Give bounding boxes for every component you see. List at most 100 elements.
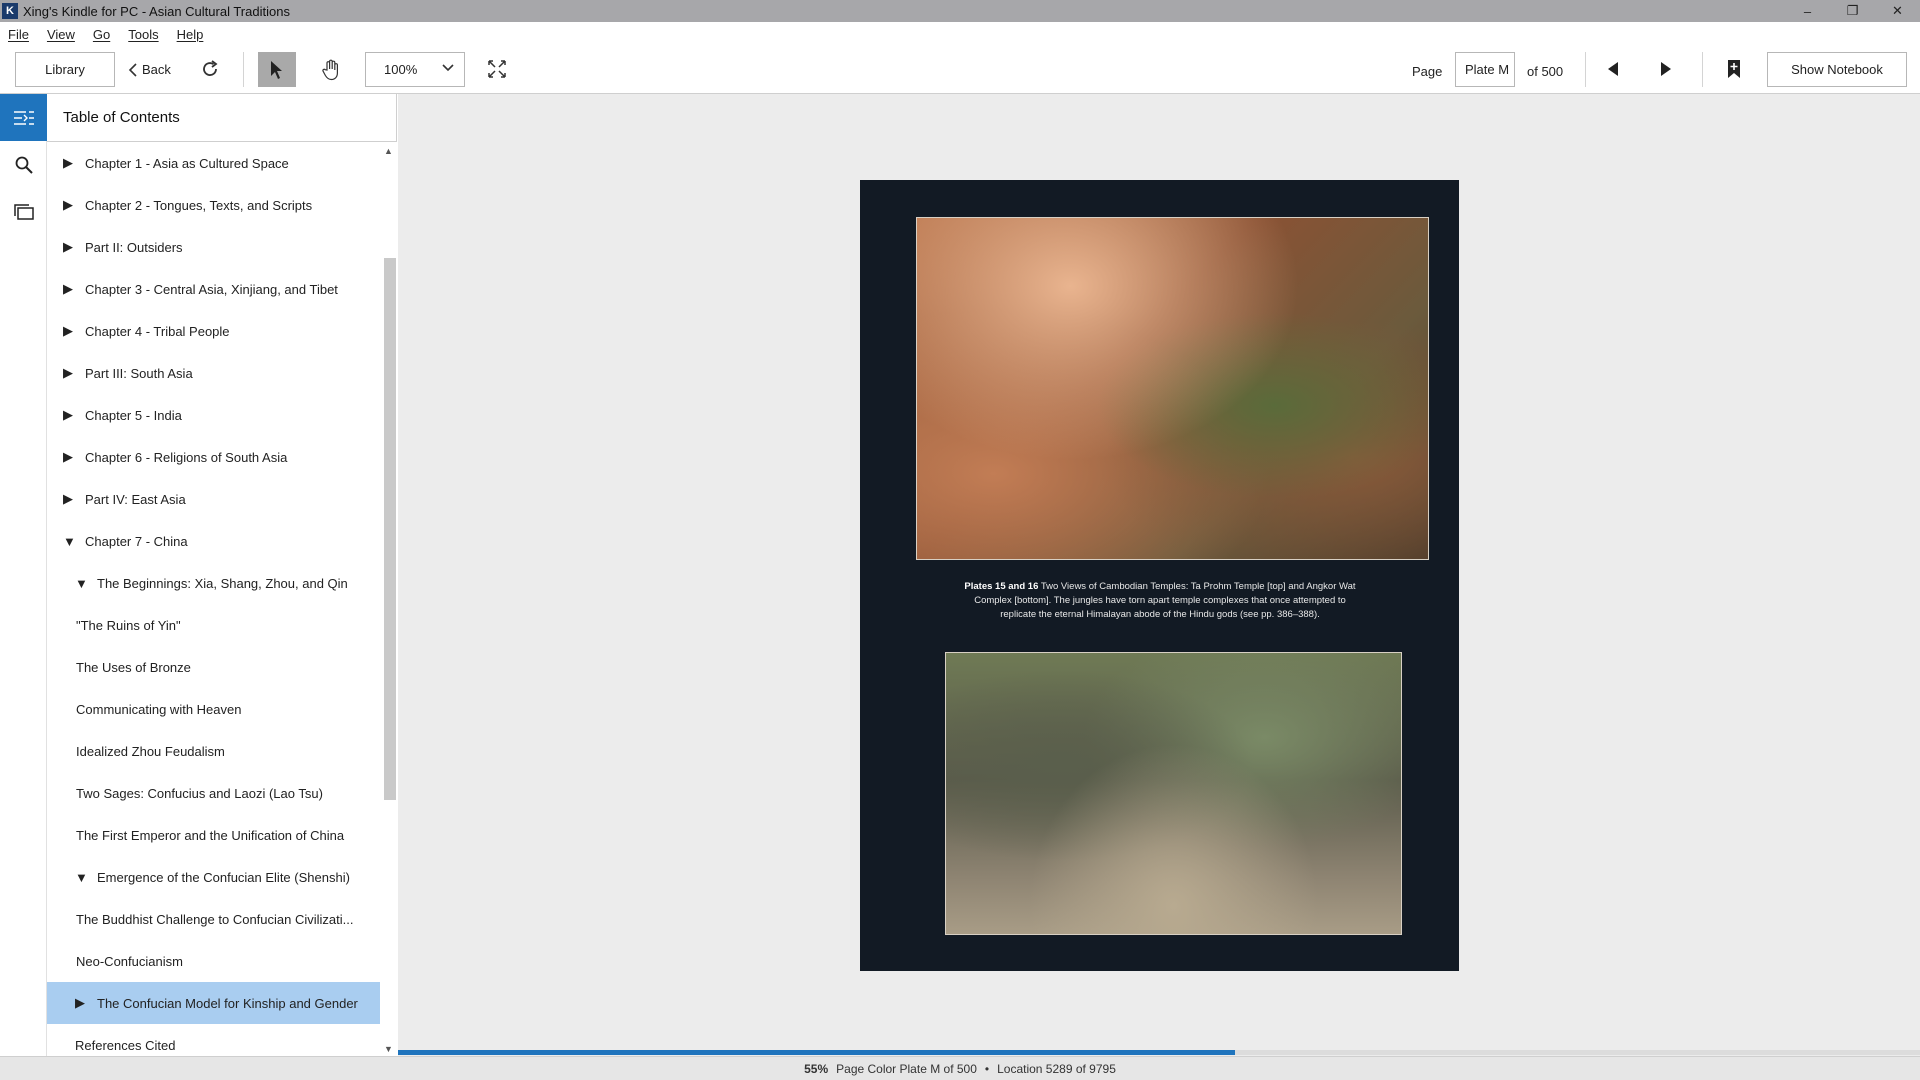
toc-tab[interactable] <box>0 94 47 141</box>
collapse-triangle-icon[interactable]: ▼ <box>75 870 88 885</box>
menu-tools[interactable]: Tools <box>128 27 158 42</box>
progress-percent: 55% <box>804 1061 829 1076</box>
menu-help[interactable]: Help <box>177 27 204 42</box>
close-button[interactable]: ✕ <box>1875 0 1920 22</box>
back-button[interactable]: Back <box>128 52 171 87</box>
scroll-down-icon[interactable]: ▼ <box>384 1044 393 1054</box>
expand-triangle-icon[interactable]: ▶ <box>63 365 75 381</box>
toolbar-divider <box>243 52 244 87</box>
temple-photo-top <box>916 217 1429 560</box>
previous-page-button[interactable] <box>1600 56 1626 82</box>
page-total: of 500 <box>1527 64 1564 79</box>
page-input[interactable]: Plate M <box>1455 52 1515 87</box>
bookmark-button[interactable] <box>1721 56 1747 82</box>
toc-item[interactable]: Two Sages: Confucius and Laozi (Lao Tsu) <box>47 772 380 814</box>
toc-item[interactable]: "The Ruins of Yin" <box>47 604 380 646</box>
toc-icon <box>13 110 34 125</box>
expand-triangle-icon[interactable]: ▶ <box>63 155 75 171</box>
caption-heading: Plates 15 and 16 <box>964 581 1039 592</box>
status-separator: • <box>984 1061 990 1076</box>
triangle-left-icon <box>1608 62 1618 76</box>
search-icon <box>15 156 33 174</box>
toolbar-divider <box>1702 52 1703 87</box>
collapse-triangle-icon[interactable]: ▼ <box>63 534 76 549</box>
zoom-select[interactable]: 100% <box>365 52 465 87</box>
expand-triangle-icon[interactable]: ▶ <box>63 281 75 297</box>
toc-item[interactable]: ▼ Chapter 7 - China <box>47 520 380 562</box>
show-notebook-button[interactable]: Show Notebook <box>1767 52 1907 87</box>
library-button[interactable]: Library <box>15 52 115 87</box>
chevron-down-icon <box>442 64 454 72</box>
toc-item[interactable]: The Buddhist Challenge to Confucian Civi… <box>47 898 380 940</box>
back-label: Back <box>142 62 171 77</box>
cursor-arrow-icon <box>271 60 282 79</box>
toc-scrollbar[interactable]: ▲ ▼ <box>381 142 397 1056</box>
toc-item[interactable]: ▼ Emergence of the Confucian Elite (Shens… <box>47 856 380 898</box>
scroll-up-icon[interactable]: ▲ <box>384 146 393 156</box>
expand-triangle-icon[interactable]: ▶ <box>75 995 87 1011</box>
toc-item[interactable]: ▶ Chapter 4 - Tribal People <box>47 310 380 352</box>
toc-item[interactable]: ▶ Chapter 2 - Tongues, Texts, and Scripts <box>47 184 380 226</box>
page-label: Page <box>1412 64 1443 79</box>
zoom-value: 100% <box>384 62 418 77</box>
expand-triangle-icon[interactable]: ▶ <box>63 449 75 465</box>
fullscreen-button[interactable] <box>484 56 510 82</box>
expand-triangle-icon[interactable]: ▶ <box>63 197 75 213</box>
menu-file[interactable]: File <box>8 27 29 42</box>
toc-item[interactable]: ▶ Part IV: East Asia <box>47 478 380 520</box>
expand-triangle-icon[interactable]: ▶ <box>63 323 75 339</box>
flashcards-icon <box>13 203 34 220</box>
status-bar: 55% Page Color Plate M of 500 • Location… <box>0 1056 1920 1080</box>
flashcards-tab[interactable] <box>0 188 47 235</box>
toolbar-divider <box>1585 52 1586 87</box>
toc-item[interactable]: ▶ Part III: South Asia <box>47 352 380 394</box>
toc-item[interactable]: Idealized Zhou Feudalism <box>47 730 380 772</box>
refresh-icon <box>203 60 218 76</box>
toc-item[interactable]: The First Emperor and the Unification of… <box>47 814 380 856</box>
toc-item[interactable]: ▶ Chapter 3 - Central Asia, Xinjiang, and… <box>47 268 380 310</box>
window-title: Xing's Kindle for PC - Asian Cultural Tr… <box>23 3 290 19</box>
reading-progress-bar[interactable] <box>398 1050 1920 1055</box>
toc-item[interactable]: ▶ Chapter 5 - India <box>47 394 380 436</box>
pan-tool-button[interactable] <box>312 52 350 87</box>
bookmark-add-icon <box>1728 60 1740 78</box>
toc-item[interactable]: Communicating with Heaven <box>47 688 380 730</box>
menu-bar: File View Go Tools Help <box>0 22 1920 46</box>
plate-caption: Plates 15 and 16 Two Views of Cambodian … <box>960 580 1360 622</box>
minimize-button[interactable]: – <box>1785 0 1830 22</box>
page-color-info: Page Color Plate M of 500 <box>836 1061 977 1076</box>
chevron-left-icon <box>128 62 137 77</box>
location-info: Location 5289 of 9795 <box>997 1061 1116 1076</box>
toc-item[interactable]: ▶ Chapter 6 - Religions of South Asia <box>47 436 380 478</box>
hand-icon <box>322 59 338 80</box>
select-tool-button[interactable] <box>258 52 296 87</box>
toc-item-selected[interactable]: ▶ The Confucian Model for Kinship and Gen… <box>47 982 380 1024</box>
toc-item[interactable]: The Uses of Bronze <box>47 646 380 688</box>
menu-view[interactable]: View <box>47 27 75 42</box>
table-of-contents-panel: Table of Contents ▶ Chapter 1 - Asia as C… <box>47 94 397 1056</box>
expand-triangle-icon[interactable]: ▶ <box>63 407 75 423</box>
fullscreen-icon <box>488 60 506 78</box>
expand-triangle-icon[interactable]: ▶ <box>63 491 75 507</box>
triangle-right-icon <box>1661 62 1671 76</box>
restore-button[interactable]: ❐ <box>1830 0 1875 22</box>
scrollbar-thumb[interactable] <box>384 258 396 800</box>
reading-pane[interactable]: Plates 15 and 16 Two Views of Cambodian … <box>398 94 1920 1056</box>
progress-fill <box>398 1050 1236 1055</box>
collapse-triangle-icon[interactable]: ▼ <box>75 576 88 591</box>
toc-item[interactable]: ▶ Part II: Outsiders <box>47 226 380 268</box>
next-page-button[interactable] <box>1653 56 1679 82</box>
toc-item[interactable]: Neo-Confucianism <box>47 940 380 982</box>
sync-button[interactable] <box>197 56 223 82</box>
temple-photo-bottom <box>945 652 1402 935</box>
search-tab[interactable] <box>0 141 47 188</box>
toc-title: Table of Contents <box>47 94 396 142</box>
toc-item[interactable]: ▼ The Beginnings: Xia, Shang, Zhou, and Q… <box>47 562 380 604</box>
title-bar: K Xing's Kindle for PC - Asian Cultural … <box>0 0 1920 22</box>
side-rail <box>0 94 47 1056</box>
expand-triangle-icon[interactable]: ▶ <box>63 239 75 255</box>
menu-go[interactable]: Go <box>93 27 110 42</box>
kindle-app-icon: K <box>2 3 18 19</box>
toc-item[interactable]: References Cited <box>47 1024 380 1056</box>
toc-item[interactable]: ▶ Chapter 1 - Asia as Cultured Space <box>47 142 380 184</box>
